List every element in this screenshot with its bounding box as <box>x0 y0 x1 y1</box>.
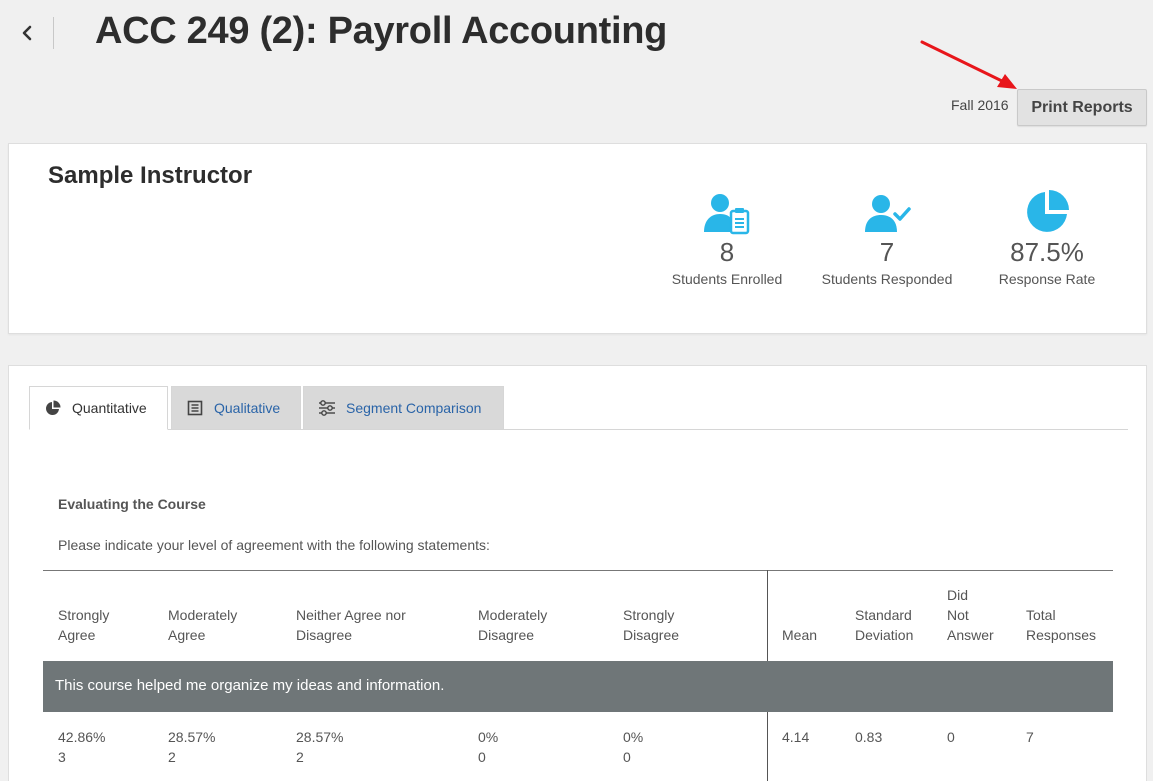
stat-value: 8 <box>719 237 735 267</box>
header-total-responses: Total Responses <box>1026 607 1097 643</box>
header-moderately-agree: Moderately Agree <box>168 607 238 643</box>
header-standard-deviation: Standard Deviation <box>855 607 914 643</box>
header-moderately-disagree: Moderately Disagree <box>478 607 548 643</box>
header-strongly-agree: Strongly Agree <box>58 607 110 643</box>
question-text: This course helped me organize my ideas … <box>55 677 445 694</box>
cell-neither: 28.57% 2 <box>296 729 344 765</box>
stat-students-enrolled: 8 Students Enrolled <box>657 188 797 287</box>
tab-qualitative[interactable]: Qualitative <box>171 386 301 430</box>
tab-label: Quantitative <box>72 400 147 416</box>
results-card: Quantitative Qualitative Segment Compari… <box>8 365 1147 781</box>
person-clipboard-icon <box>704 194 750 235</box>
pie-chart-icon <box>46 400 61 415</box>
tab-segment-comparison[interactable]: Segment Comparison <box>303 386 504 430</box>
question-row: This course helped me organize my ideas … <box>43 661 1113 712</box>
cell-standard-deviation: 0.83 <box>855 729 883 745</box>
header-mean: Mean <box>782 627 818 643</box>
person-check-icon <box>865 195 911 232</box>
section-title: Evaluating the Course <box>58 496 206 512</box>
section-instructions: Please indicate your level of agreement … <box>58 537 490 553</box>
instructor-name: Sample Instructor <box>48 162 253 189</box>
stat-students-responded: 7 Students Responded <box>817 188 957 287</box>
back-button[interactable] <box>14 20 40 46</box>
page-title: ACC 249 (2): Payroll Accounting <box>95 10 668 52</box>
stat-label: Students Enrolled <box>671 271 783 287</box>
header-did-not-answer: Did Not Answer <box>947 587 994 643</box>
stat-value: 7 <box>879 237 895 267</box>
header-strongly-disagree: Strongly Disagree <box>623 607 680 643</box>
term-label: Fall 2016 <box>951 97 1009 113</box>
print-reports-button[interactable]: Print Reports <box>1017 89 1147 126</box>
cell-moderately-agree: 28.57% 2 <box>168 729 216 765</box>
cell-moderately-disagree: 0% 0 <box>478 729 499 765</box>
document-list-icon <box>187 400 203 416</box>
tab-label: Qualitative <box>214 400 281 416</box>
pie-chart-icon <box>1027 190 1069 232</box>
summary-card: Sample Instructor 8 Students Enrolled 7 <box>8 143 1147 334</box>
annotation-arrow <box>920 40 1017 89</box>
chevron-left-icon <box>22 25 32 41</box>
stat-response-rate: 87.5% Response Rate <box>977 188 1117 287</box>
stat-value: 87.5% <box>1010 237 1084 267</box>
stat-label: Response Rate <box>998 271 1096 287</box>
sliders-icon <box>319 400 335 416</box>
cell-did-not-answer: 0 <box>947 729 955 745</box>
cell-mean: 4.14 <box>782 729 810 745</box>
tab-label: Segment Comparison <box>346 400 482 416</box>
table-top-border <box>43 570 1113 571</box>
tab-quantitative[interactable]: Quantitative <box>29 386 168 430</box>
cell-strongly-disagree: 0% 0 <box>623 729 644 765</box>
cell-strongly-agree: 42.86% 3 <box>58 729 106 765</box>
stat-label: Students Responded <box>821 271 953 287</box>
header-neither: Neither Agree nor Disagree <box>296 607 406 643</box>
cell-total-responses: 7 <box>1026 729 1034 745</box>
header-divider <box>53 17 54 49</box>
